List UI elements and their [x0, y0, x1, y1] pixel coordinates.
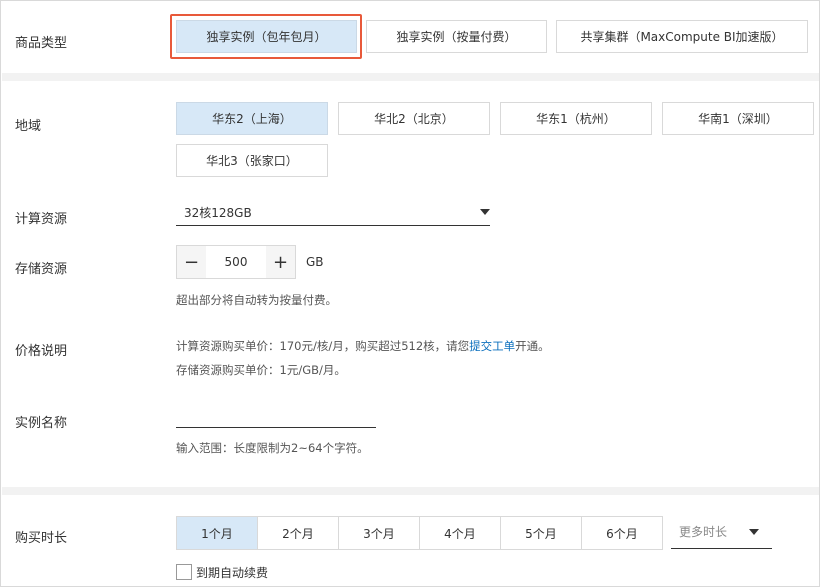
storage-value[interactable]: 500 [206, 246, 266, 278]
price-label: 价格说明 [15, 344, 68, 359]
chevron-down-icon [480, 209, 490, 215]
storage-label: 存储资源 [15, 262, 68, 277]
compute-value: 32核128GB [184, 206, 252, 220]
duration-1-month[interactable]: 1个月 [176, 516, 258, 550]
compute-label: 计算资源 [15, 212, 68, 227]
section-divider [2, 73, 819, 81]
storage-unit: GB [306, 255, 324, 269]
increment-button[interactable]: + [266, 246, 295, 278]
storage-hint: 超出部分将自动转为按量付费。 [176, 293, 337, 307]
compute-price-suffix: 开通。 [515, 339, 550, 353]
decrement-button[interactable]: − [177, 246, 206, 278]
duration-4-months[interactable]: 4个月 [419, 516, 501, 550]
instance-name-input[interactable] [176, 406, 376, 428]
duration-5-months[interactable]: 5个月 [500, 516, 582, 550]
instance-name-hint: 输入范围：长度限制为2~64个字符。 [176, 441, 369, 455]
duration-6-months[interactable]: 6个月 [581, 516, 663, 550]
storage-stepper: − 500 + [176, 245, 296, 279]
duration-3-months[interactable]: 3个月 [338, 516, 420, 550]
selection-highlight [170, 14, 362, 59]
auto-renew-label: 到期自动续费 [196, 566, 269, 580]
auto-renew-checkbox[interactable] [176, 564, 192, 580]
compute-price-prefix: 计算资源购买单价：170元/核/月，购买超过512核，请您 [176, 339, 470, 353]
duration-2-months[interactable]: 2个月 [257, 516, 339, 550]
option-shared-cluster[interactable]: 共享集群（MaxCompute BI加速版） [556, 20, 808, 53]
duration-label: 购买时长 [15, 531, 68, 546]
region-beijing[interactable]: 华北2（北京） [338, 102, 490, 135]
more-duration-select[interactable]: 更多时长 [671, 523, 772, 549]
section-divider-2 [2, 487, 819, 495]
product-type-label: 商品类型 [15, 36, 68, 51]
region-shenzhen[interactable]: 华南1（深圳） [662, 102, 814, 135]
chevron-down-icon [749, 529, 759, 535]
compute-price-text: 计算资源购买单价：170元/核/月，购买超过512核，请您提交工单开通。 [176, 338, 550, 354]
submit-ticket-link[interactable]: 提交工单 [469, 339, 515, 353]
option-dedicated-payg[interactable]: 独享实例（按量付费） [366, 20, 547, 53]
region-label: 地域 [15, 119, 42, 134]
instance-name-label: 实例名称 [15, 416, 68, 431]
region-shanghai[interactable]: 华东2（上海） [176, 102, 328, 135]
region-hangzhou[interactable]: 华东1（杭州） [500, 102, 652, 135]
storage-price-text: 存储资源购买单价：1元/GB/月。 [176, 363, 346, 377]
purchase-form: 商品类型 独享实例（包年包月） 独享实例（按量付费） 共享集群（MaxCompu… [0, 0, 820, 587]
region-zhangjiakou[interactable]: 华北3（张家口） [176, 144, 328, 177]
more-duration-label: 更多时长 [679, 525, 728, 539]
compute-select[interactable]: 32核128GB [176, 204, 490, 226]
